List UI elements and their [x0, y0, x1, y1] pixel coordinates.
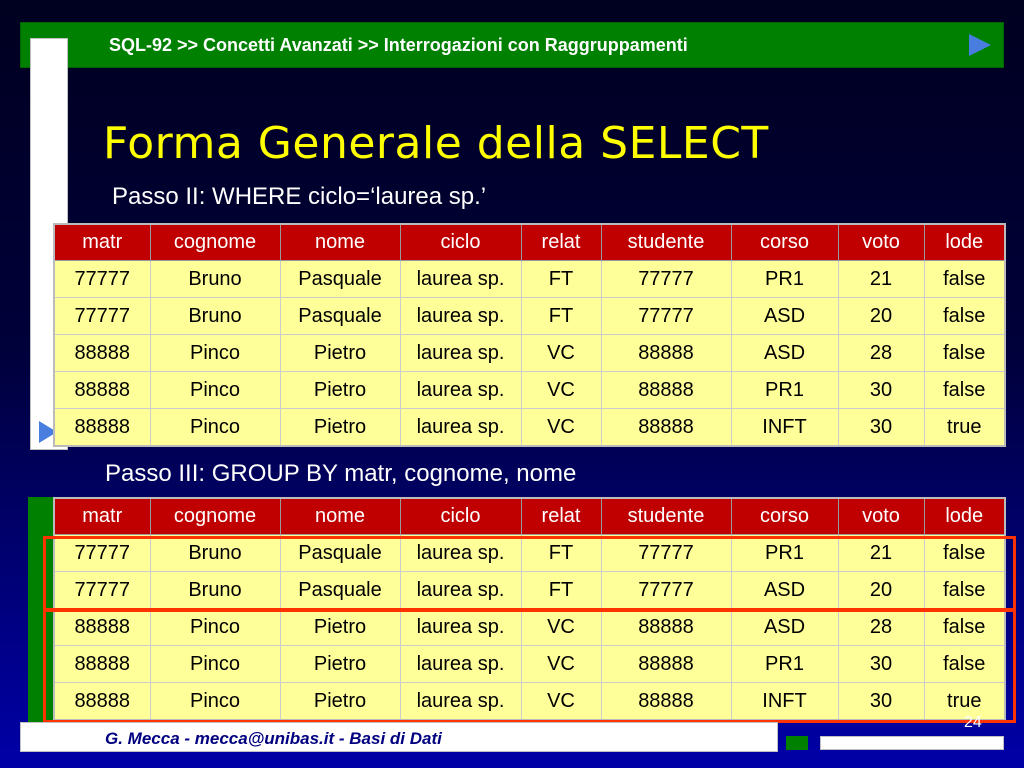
- column-header: cognome: [149, 497, 281, 535]
- table-cell: laurea sp.: [399, 297, 522, 335]
- column-header: corso: [730, 223, 839, 261]
- table-cell: PR1: [730, 260, 839, 298]
- table-cell: VC: [520, 371, 602, 409]
- header-bar: SQL-92 >> Concetti Avanzati >> Interroga…: [20, 22, 1004, 68]
- table-cell: Pietro: [279, 334, 401, 372]
- column-header: ciclo: [399, 497, 522, 535]
- table-cell: 88888: [600, 334, 732, 372]
- table-cell: Pinco: [149, 334, 281, 372]
- table-cell: Bruno: [149, 260, 281, 298]
- table-cell: laurea sp.: [399, 371, 522, 409]
- table-cell: 88888: [600, 371, 732, 409]
- table-row: 77777 Bruno Pasquale laurea sp. FT 77777 ASD 20…: [53, 297, 1006, 335]
- table-cell: Pietro: [279, 371, 401, 409]
- column-header: corso: [730, 497, 839, 535]
- table-cell: INFT: [730, 408, 839, 447]
- table-cell: laurea sp.: [399, 260, 522, 298]
- table-cell: FT: [520, 260, 602, 298]
- step-2-label: Passo II: WHERE ciclo=‘laurea sp.’: [112, 183, 487, 210]
- table-row: 77777 Bruno Pasquale laurea sp. FT 77777 PR1 21…: [53, 260, 1006, 298]
- table-row: 88888 Pinco Pietro laurea sp. VC 88888 INFT 30 t…: [53, 408, 1006, 447]
- group-highlight-box: [43, 536, 1016, 611]
- table-cell: 88888: [53, 334, 151, 372]
- table-cell: VC: [520, 408, 602, 447]
- footer-text: G. Mecca - mecca@unibas.it - Basi di Dat…: [105, 729, 442, 748]
- column-header: relat: [520, 497, 602, 535]
- table-cell: Pietro: [279, 408, 401, 447]
- footer-green-box: [786, 736, 808, 750]
- column-header: nome: [279, 497, 401, 535]
- table-cell: false: [923, 334, 1006, 372]
- table-header-row: matr cognome nome ciclo relat studente corso vo…: [53, 497, 1006, 535]
- table-row: 88888 Pinco Pietro laurea sp. VC 88888 ASD 28 fa…: [53, 334, 1006, 372]
- table-cell: 88888: [53, 408, 151, 447]
- table-cell: 77777: [53, 297, 151, 335]
- table-cell: 30: [837, 408, 925, 447]
- table-cell: 88888: [600, 408, 732, 447]
- table-cell: 21: [837, 260, 925, 298]
- table-row: 88888 Pinco Pietro laurea sp. VC 88888 PR1 30 fa…: [53, 371, 1006, 409]
- table-cell: Pinco: [149, 371, 281, 409]
- column-header: cognome: [149, 223, 281, 261]
- table-cell: laurea sp.: [399, 334, 522, 372]
- step-3-label: Passo III: GROUP BY matr, cognome, nome: [105, 460, 577, 487]
- table-cell: 28: [837, 334, 925, 372]
- group-highlight-box: [43, 609, 1016, 723]
- table-cell: false: [923, 297, 1006, 335]
- where-result-table: matr cognome nome ciclo relat studente corso vo…: [53, 223, 1006, 447]
- page-number: 24: [964, 714, 982, 731]
- column-header: lode: [923, 223, 1006, 261]
- column-header: nome: [279, 223, 401, 261]
- table-cell: 30: [837, 371, 925, 409]
- table-cell: ASD: [730, 334, 839, 372]
- table-header-row: matr cognome nome ciclo relat studente corso vo…: [53, 223, 1006, 261]
- table-cell: Pasquale: [279, 297, 401, 335]
- breadcrumb: SQL-92 >> Concetti Avanzati >> Interroga…: [109, 35, 688, 55]
- table-cell: Bruno: [149, 297, 281, 335]
- column-header: ciclo: [399, 223, 522, 261]
- table-cell: false: [923, 371, 1006, 409]
- table-cell: 20: [837, 297, 925, 335]
- column-header: studente: [600, 223, 732, 261]
- column-header: lode: [923, 497, 1006, 535]
- table-cell: laurea sp.: [399, 408, 522, 447]
- footer-bar: G. Mecca - mecca@unibas.it - Basi di Dat…: [20, 722, 778, 752]
- column-header: relat: [520, 223, 602, 261]
- slide-title: Forma Generale della SELECT: [103, 118, 769, 169]
- footer-white-box: [820, 736, 1004, 750]
- table-cell: 88888: [53, 371, 151, 409]
- table-cell: VC: [520, 334, 602, 372]
- column-header: matr: [53, 497, 151, 535]
- column-header: voto: [837, 223, 925, 261]
- table-cell: ASD: [730, 297, 839, 335]
- table-cell: Pinco: [149, 408, 281, 447]
- table-cell: 77777: [600, 297, 732, 335]
- table-cell: 77777: [53, 260, 151, 298]
- column-header: studente: [600, 497, 732, 535]
- table-cell: true: [923, 408, 1006, 447]
- column-header: voto: [837, 497, 925, 535]
- table-cell: false: [923, 260, 1006, 298]
- table-cell: 77777: [600, 260, 732, 298]
- table-cell: FT: [520, 297, 602, 335]
- play-arrow-icon[interactable]: [969, 34, 991, 56]
- table-cell: PR1: [730, 371, 839, 409]
- column-header: matr: [53, 223, 151, 261]
- table-cell: Pasquale: [279, 260, 401, 298]
